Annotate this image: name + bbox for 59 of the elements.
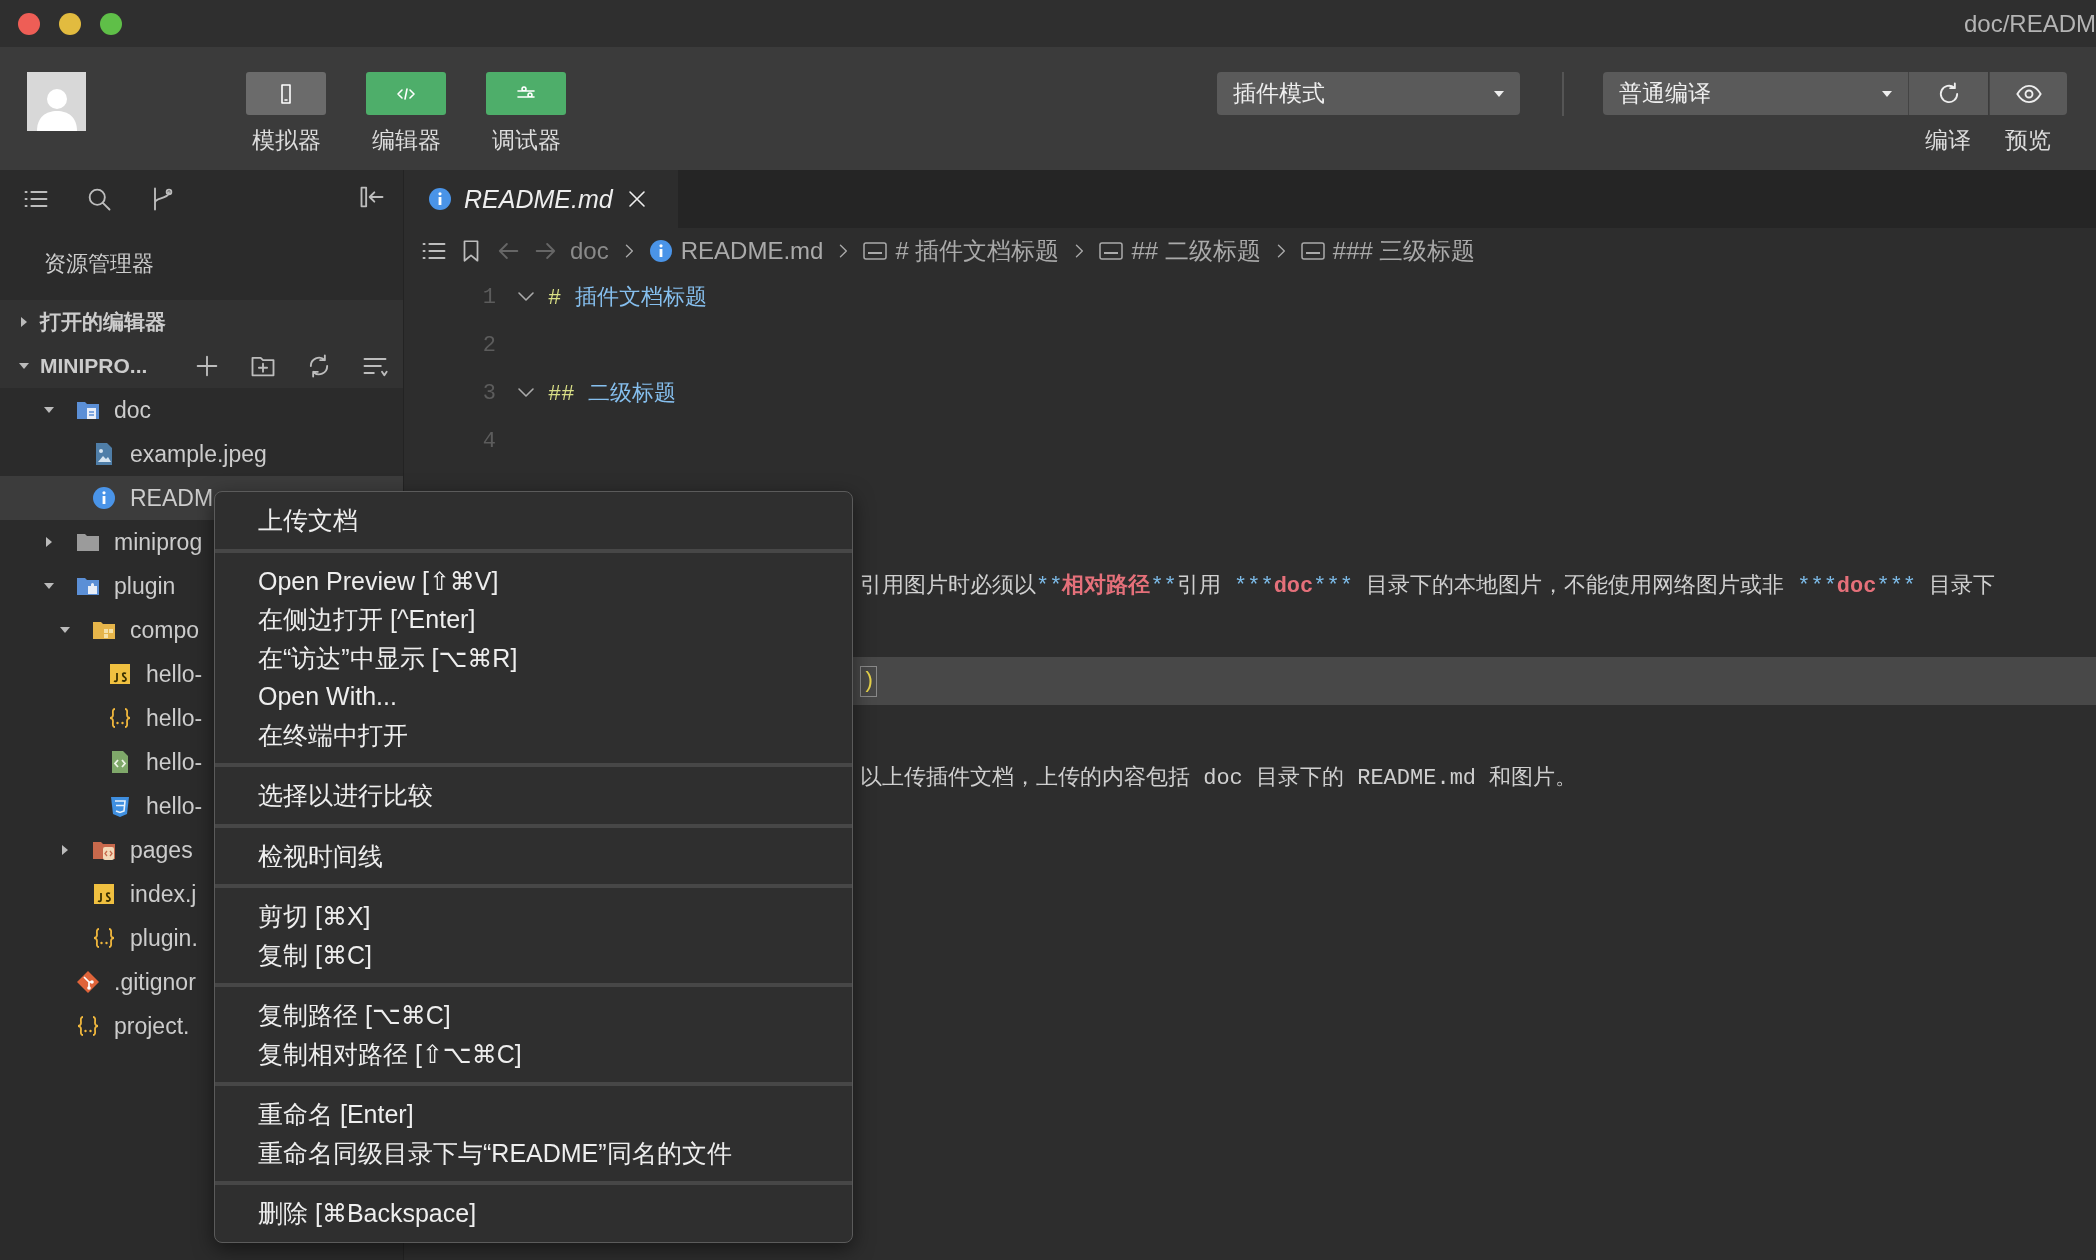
menu-item[interactable]: 在“访达”中显示 [⌥⌘R] [215,638,852,677]
code-text: ) [860,665,878,697]
css-file-icon [108,794,132,818]
preview-button[interactable] [1989,72,2067,115]
mode-label: 编辑器 [371,126,441,155]
breadcrumb-item[interactable]: ## 二级标题 [1099,234,1261,267]
braces-icon [92,926,116,950]
breadcrumb-item[interactable]: README.md [648,236,824,265]
menu-item[interactable]: 剪切 [⌘X] [215,897,852,936]
action-label: 预览 [2005,126,2051,155]
mode-label: 模拟器 [251,126,321,155]
menu-item[interactable]: 复制路径 [⌥⌘C] [215,996,852,1035]
menu-item[interactable]: 删除 [⌘Backspace] [215,1194,852,1233]
info-icon [92,486,116,510]
mode-label: 调试器 [491,126,561,155]
menu-item[interactable]: Open With... [215,677,852,716]
compile-dropdown[interactable]: 普通编译 [1603,72,1908,115]
menu-item[interactable]: 检视时间线 [215,836,852,875]
menu-item[interactable]: 在侧边打开 [^Enter] [215,600,852,639]
caret-icon [1494,90,1504,97]
code-text: 引用图片时必须以**相对路径**引用 ***doc*** 目录下的本地图片，不能使用网络图片或非 ***doc*** 目录下 [860,574,1996,599]
code-text: ## 二级标题 [548,382,677,407]
menu-item[interactable]: 复制 [⌘C] [215,935,852,974]
section-header[interactable]: MINIPRO... [0,344,403,388]
braces-icon [108,706,132,730]
menu-item[interactable]: 选择以进行比较 [215,776,852,815]
mode-dropdown[interactable]: 插件模式 [1217,72,1520,115]
code-text: 以上传插件文档，上传的内容包括 doc 目录下的 README.md 和图片。 [860,766,1578,791]
window-title: doc/READM [1963,9,2096,38]
breadcrumb-item[interactable]: ### 三级标题 [1300,234,1476,267]
symbol-icon [863,241,888,260]
breadcrumb-item[interactable]: doc [570,236,609,265]
breadcrumb-item[interactable]: # 插件文档标题 [863,234,1060,267]
info-icon [428,187,452,211]
menu-item[interactable]: 重命名同级目录下与“README”同名的文件 [215,1133,852,1172]
symbol-icon [1099,241,1124,260]
menu-item[interactable]: 重命名 [Enter] [215,1095,852,1134]
menu-item[interactable]: 复制相对路径 [⇧⌥⌘C] [215,1034,852,1073]
minimize-button[interactable] [59,12,81,35]
git-icon [76,970,100,994]
mode-button[interactable] [246,72,326,115]
section-header[interactable]: 打开的编辑器 [0,300,403,344]
braces-icon [76,1014,100,1038]
tree-item[interactable]: example.jpeg [0,432,403,476]
menu-item[interactable]: 在终端中打开 [215,715,852,754]
js-file-icon [108,662,132,686]
zoom-button[interactable] [100,12,122,35]
js-file-icon [92,882,116,906]
tree-item[interactable]: doc [0,388,403,432]
compile-button[interactable] [1908,72,1988,115]
menu-item[interactable]: Open Preview [⇧⌘V] [215,561,852,600]
editor-tab[interactable]: README.md [404,170,678,228]
info-icon [648,238,673,263]
explorer-title: 资源管理器 [43,250,155,278]
close-button[interactable] [18,12,40,35]
action-label: 编译 [1925,126,1971,155]
symbol-icon [1300,241,1325,260]
code-text: # 插件文档标题 [548,286,708,311]
caret-icon [1882,90,1892,97]
